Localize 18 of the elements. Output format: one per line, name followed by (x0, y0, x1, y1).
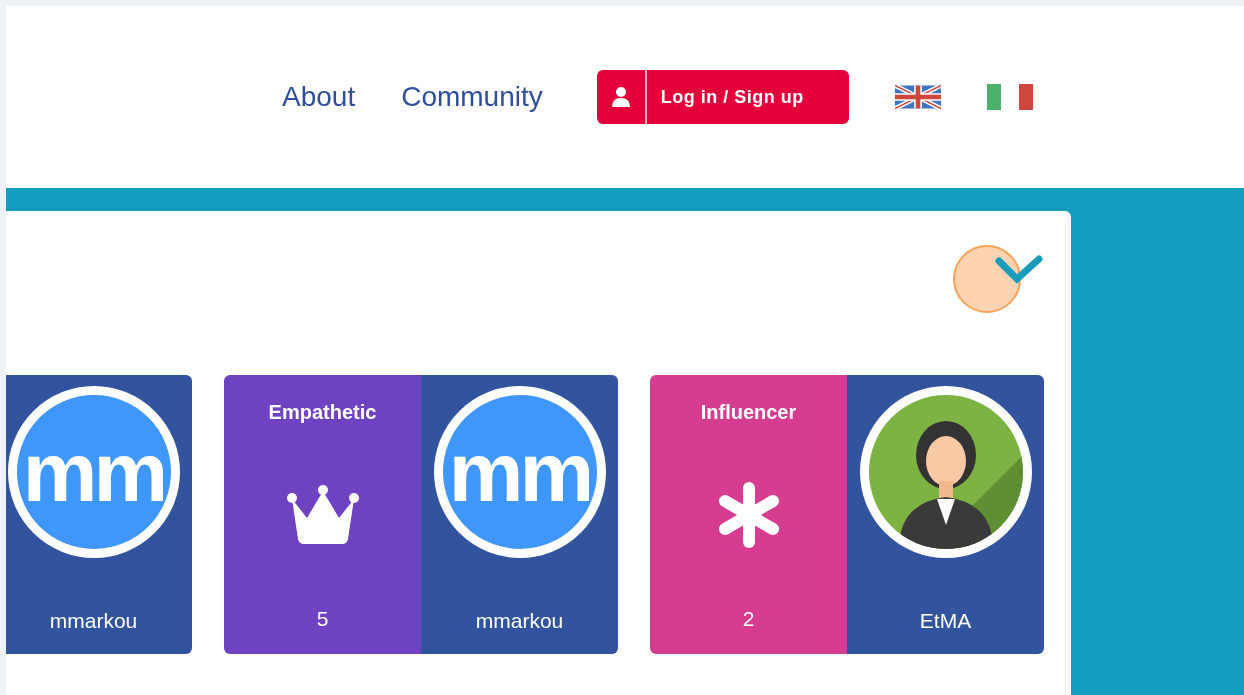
asterisk-icon (716, 481, 781, 548)
badge-title: Empathetic (268, 400, 377, 425)
uk-flag-icon[interactable] (894, 84, 941, 110)
check-mark-icon (953, 243, 1045, 313)
badge-title: Influencer (700, 400, 797, 425)
nav-link[interactable]: Community (401, 76, 543, 118)
user-icon (611, 87, 630, 107)
user-name: EtMA (919, 607, 972, 634)
crown-icon (285, 484, 360, 545)
user-name: mmarkou (49, 607, 138, 634)
user-name: mmarkou (475, 607, 564, 634)
avatar: mm (433, 386, 606, 558)
badge-count: 2 (742, 605, 755, 632)
avatar: mm (7, 386, 180, 558)
login-button[interactable]: Log in / Sign up (596, 70, 849, 124)
badge-count: 5 (316, 605, 329, 632)
nav-link[interactable]: About (282, 76, 356, 118)
italy-flag-icon[interactable] (986, 84, 1033, 110)
